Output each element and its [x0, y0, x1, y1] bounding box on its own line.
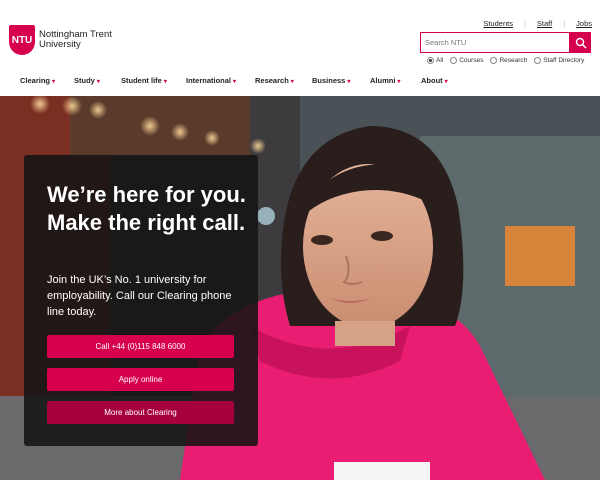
search-scope-options: All Courses Research Staff Directory: [427, 57, 584, 64]
caret-down-icon: ▾: [347, 79, 351, 85]
nav-label: Study: [74, 76, 95, 85]
apply-online-button[interactable]: Apply online: [47, 368, 234, 391]
nav-item-international[interactable]: International ▾: [186, 76, 236, 85]
scope-label: Courses: [459, 57, 484, 64]
hero-title: We’re here for you. Make the right call.: [47, 182, 246, 235]
nav-item-student-life[interactable]: Student life ▾: [121, 76, 167, 85]
caret-down-icon: ▾: [233, 79, 237, 85]
nav-label: Business: [312, 76, 346, 85]
ntu-logo[interactable]: NTU Nottingham Trent University: [9, 25, 112, 55]
logo-line-2: University: [39, 39, 81, 50]
nav-item-about[interactable]: About ▾: [421, 76, 448, 85]
nav-label: Alumni: [370, 76, 396, 85]
nav-label: About: [421, 76, 443, 85]
call-clearing-button[interactable]: Call +44 (0)115 848 6000: [47, 335, 234, 358]
radio-dot: [490, 57, 498, 64]
radio-dot: [427, 57, 434, 64]
search-icon: [575, 37, 587, 49]
scope-label: Research: [499, 57, 528, 64]
utility-separator: |: [563, 19, 566, 28]
nav-item-study[interactable]: Study ▾: [74, 76, 100, 85]
caret-down-icon: ▾: [52, 79, 56, 85]
students-link[interactable]: Students: [483, 19, 513, 28]
caret-down-icon: ▾: [96, 79, 100, 85]
radio-dot: [534, 57, 542, 64]
nav-label: Clearing: [20, 76, 51, 85]
search-input[interactable]: [420, 32, 570, 53]
more-about-clearing-button[interactable]: More about Clearing: [47, 401, 234, 424]
jobs-link[interactable]: Jobs: [576, 19, 592, 28]
clearing-card: We’re here for you. Make the right call.…: [24, 155, 258, 446]
nav-label: International: [186, 76, 232, 85]
logo-wordmark: Nottingham Trent University: [39, 30, 112, 50]
utility-links: Students | Staff | Jobs: [483, 19, 592, 28]
hero-body: Join the UK’s No. 1 university for emplo…: [47, 274, 232, 318]
scope-label: All: [436, 57, 444, 64]
caret-down-icon: ▾: [163, 79, 167, 85]
nav-item-clearing[interactable]: Clearing ▾: [20, 76, 55, 85]
nav-label: Student life: [121, 76, 162, 85]
ntu-shield-icon: NTU: [9, 25, 35, 55]
scope-courses-radio[interactable]: Courses: [450, 57, 483, 64]
caret-down-icon: ▾: [290, 79, 294, 85]
scope-all-radio[interactable]: All: [427, 57, 443, 64]
radio-dot: [450, 57, 458, 64]
scope-research-radio[interactable]: Research: [490, 57, 527, 64]
utility-separator: |: [523, 19, 526, 28]
main-nav: Clearing ▾ Study ▾ Student life ▾ Internati…: [0, 76, 600, 92]
staff-link[interactable]: Staff: [537, 19, 552, 28]
nav-item-alumni[interactable]: Alumni ▾: [370, 76, 400, 85]
search-bar: [420, 32, 591, 53]
search-button[interactable]: [570, 32, 591, 53]
nav-item-research[interactable]: Research ▾: [255, 76, 294, 85]
scope-staff-directory-radio[interactable]: Staff Directory: [534, 57, 584, 64]
hero-banner: We’re here for you. Make the right call.…: [0, 96, 600, 480]
nav-item-business[interactable]: Business ▾: [312, 76, 350, 85]
site-header: NTU Nottingham Trent University Students…: [0, 0, 600, 96]
caret-down-icon: ▾: [397, 79, 401, 85]
nav-label: Research: [255, 76, 289, 85]
caret-down-icon: ▾: [444, 79, 448, 85]
scope-label: Staff Directory: [543, 57, 585, 64]
